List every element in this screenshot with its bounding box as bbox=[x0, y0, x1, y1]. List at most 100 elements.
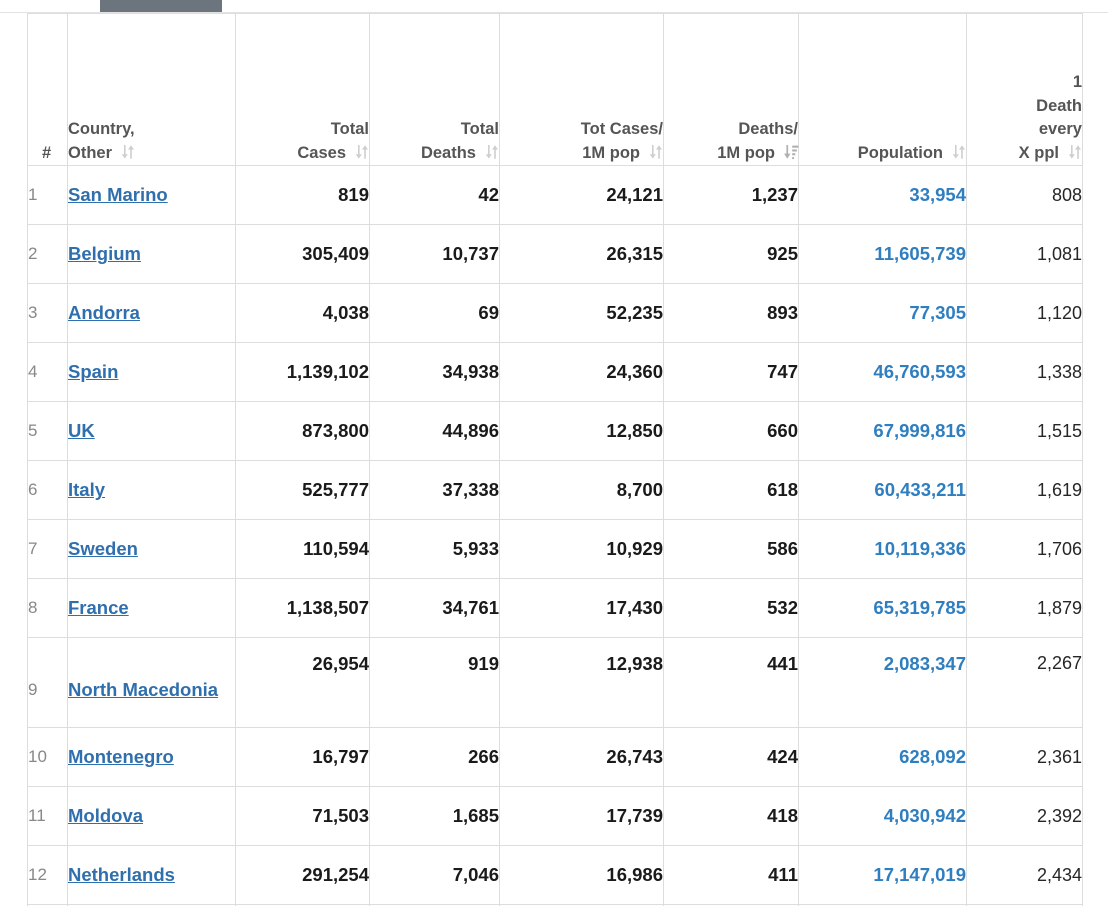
table-row: 3 Andorra 4,038 69 52,235 893 77,305 1,120 bbox=[27, 283, 1083, 343]
row-totalDeaths: 5,933 bbox=[369, 519, 500, 579]
country-link[interactable]: UK bbox=[68, 420, 95, 441]
table-row: 2 Belgium 305,409 10,737 26,315 925 11,605,739… bbox=[27, 224, 1083, 284]
table-row: 4 Spain 1,139,102 34,938 24,360 747 46,760,593… bbox=[27, 342, 1083, 402]
column-header-casesPerM[interactable]: Tot Cases/1M pop bbox=[499, 13, 664, 166]
row-deathsPerM: 747 bbox=[663, 342, 799, 402]
column-header-totalDeaths[interactable]: Total Deaths bbox=[369, 13, 500, 166]
sort-both-icon bbox=[354, 144, 369, 160]
page-root: # Country, Other Total Cases Total Deaths Tot C… bbox=[0, 0, 1108, 906]
table-row: 6 Italy 525,777 37,338 8,700 618 60,433,211 1,6… bbox=[27, 460, 1083, 520]
row-totalCases: 1,138,507 bbox=[235, 578, 370, 638]
row-deathsPerM: 893 bbox=[663, 283, 799, 343]
country-link[interactable]: Andorra bbox=[68, 302, 140, 323]
row-deathsPerM: 532 bbox=[663, 578, 799, 638]
row-rank: 1 bbox=[27, 165, 68, 225]
table-row: 7 Sweden 110,594 5,933 10,929 586 10,119,336 1,… bbox=[27, 519, 1083, 579]
row-totalDeaths: 34,938 bbox=[369, 342, 500, 402]
country-link[interactable]: San Marino bbox=[68, 184, 168, 205]
country-link[interactable]: Netherlands bbox=[68, 864, 175, 885]
column-header-totalCases[interactable]: Total Cases bbox=[235, 13, 370, 166]
row-totalCases: 819 bbox=[235, 165, 370, 225]
row-deathsPerM: 424 bbox=[663, 727, 799, 787]
row-country: North Macedonia bbox=[67, 637, 236, 728]
row-rank: 5 bbox=[27, 401, 68, 461]
row-population: 46,760,593 bbox=[798, 342, 967, 402]
tab-strip bbox=[0, 0, 1108, 14]
row-casesPerM: 26,743 bbox=[499, 727, 664, 787]
country-link[interactable]: North Macedonia bbox=[68, 679, 218, 700]
row-country: Sweden bbox=[67, 519, 236, 579]
row-population: 628,092 bbox=[798, 727, 967, 787]
row-death-ratio: 1,619 bbox=[966, 460, 1083, 520]
row-population: 67,999,816 bbox=[798, 401, 967, 461]
table-row: 1 San Marino 819 42 24,121 1,237 33,954 808 bbox=[27, 165, 1083, 225]
row-death-ratio: 1,338 bbox=[966, 342, 1083, 402]
row-rank: 6 bbox=[27, 460, 68, 520]
row-rank: 10 bbox=[27, 727, 68, 787]
row-totalCases: 16,797 bbox=[235, 727, 370, 787]
row-totalDeaths: 37,338 bbox=[369, 460, 500, 520]
table-body: 1 San Marino 819 42 24,121 1,237 33,954 808 2 Bel… bbox=[27, 165, 1083, 906]
column-header-deathsPerM[interactable]: Deaths/1M pop bbox=[663, 13, 799, 166]
row-country: UK bbox=[67, 401, 236, 461]
country-link[interactable]: Italy bbox=[68, 479, 105, 500]
table-header: # Country, Other Total Cases Total Deaths Tot C… bbox=[27, 13, 1083, 166]
row-death-ratio: 2,392 bbox=[966, 786, 1083, 846]
table-row: 11 Moldova 71,503 1,685 17,739 418 4,030,942 2,… bbox=[27, 786, 1083, 846]
row-death-ratio: 1,515 bbox=[966, 401, 1083, 461]
row-totalCases: 525,777 bbox=[235, 460, 370, 520]
row-population: 17,147,019 bbox=[798, 845, 967, 905]
row-country: France bbox=[67, 578, 236, 638]
country-link[interactable]: Spain bbox=[68, 361, 118, 382]
country-link[interactable]: Montenegro bbox=[68, 746, 174, 767]
row-country: Montenegro bbox=[67, 727, 236, 787]
column-header-rank[interactable]: # bbox=[27, 13, 68, 166]
row-rank: 7 bbox=[27, 519, 68, 579]
country-link[interactable]: Belgium bbox=[68, 243, 141, 264]
row-rank: 4 bbox=[27, 342, 68, 402]
row-totalCases: 71,503 bbox=[235, 786, 370, 846]
row-population: 65,319,785 bbox=[798, 578, 967, 638]
row-totalCases: 291,254 bbox=[235, 845, 370, 905]
row-deathsPerM: 1,237 bbox=[663, 165, 799, 225]
row-country: Belgium bbox=[67, 224, 236, 284]
column-header-label: Population bbox=[857, 143, 943, 162]
row-totalDeaths: 919 bbox=[369, 637, 500, 728]
row-casesPerM: 8,700 bbox=[499, 460, 664, 520]
row-casesPerM: 24,121 bbox=[499, 165, 664, 225]
country-link[interactable]: Sweden bbox=[68, 538, 138, 559]
row-death-ratio: 1,120 bbox=[966, 283, 1083, 343]
row-casesPerM: 52,235 bbox=[499, 283, 664, 343]
countries-table: # Country, Other Total Cases Total Deaths Tot C… bbox=[27, 13, 1083, 906]
row-population: 33,954 bbox=[798, 165, 967, 225]
row-totalDeaths: 34,761 bbox=[369, 578, 500, 638]
column-header-ratio[interactable]: 1 Death every X ppl bbox=[966, 13, 1083, 166]
row-rank: 9 bbox=[27, 637, 68, 728]
table-row: 5 UK 873,800 44,896 12,850 660 67,999,816 1,515 bbox=[27, 401, 1083, 461]
row-death-ratio: 1,081 bbox=[966, 224, 1083, 284]
sort-both-icon bbox=[120, 144, 135, 160]
row-totalDeaths: 266 bbox=[369, 727, 500, 787]
row-deathsPerM: 586 bbox=[663, 519, 799, 579]
row-rank: 12 bbox=[27, 845, 68, 905]
row-totalCases: 26,954 bbox=[235, 637, 370, 728]
row-population: 4,030,942 bbox=[798, 786, 967, 846]
row-totalDeaths: 69 bbox=[369, 283, 500, 343]
row-casesPerM: 12,938 bbox=[499, 637, 664, 728]
table-row: 12 Netherlands 291,254 7,046 16,986 411 17,147… bbox=[27, 845, 1083, 905]
column-header-country[interactable]: Country, Other bbox=[67, 13, 236, 166]
row-totalCases: 4,038 bbox=[235, 283, 370, 343]
row-totalDeaths: 42 bbox=[369, 165, 500, 225]
row-country: Netherlands bbox=[67, 845, 236, 905]
row-rank: 2 bbox=[27, 224, 68, 284]
row-country: San Marino bbox=[67, 165, 236, 225]
tab-active[interactable] bbox=[100, 0, 222, 12]
country-link[interactable]: Moldova bbox=[68, 805, 143, 826]
row-rank: 11 bbox=[27, 786, 68, 846]
column-header-population[interactable]: Population bbox=[798, 13, 967, 166]
countries-table-container: # Country, Other Total Cases Total Deaths Tot C… bbox=[27, 13, 1083, 906]
sort-both-icon bbox=[1067, 144, 1082, 160]
country-link[interactable]: France bbox=[68, 597, 129, 618]
row-death-ratio: 1,706 bbox=[966, 519, 1083, 579]
row-casesPerM: 17,739 bbox=[499, 786, 664, 846]
